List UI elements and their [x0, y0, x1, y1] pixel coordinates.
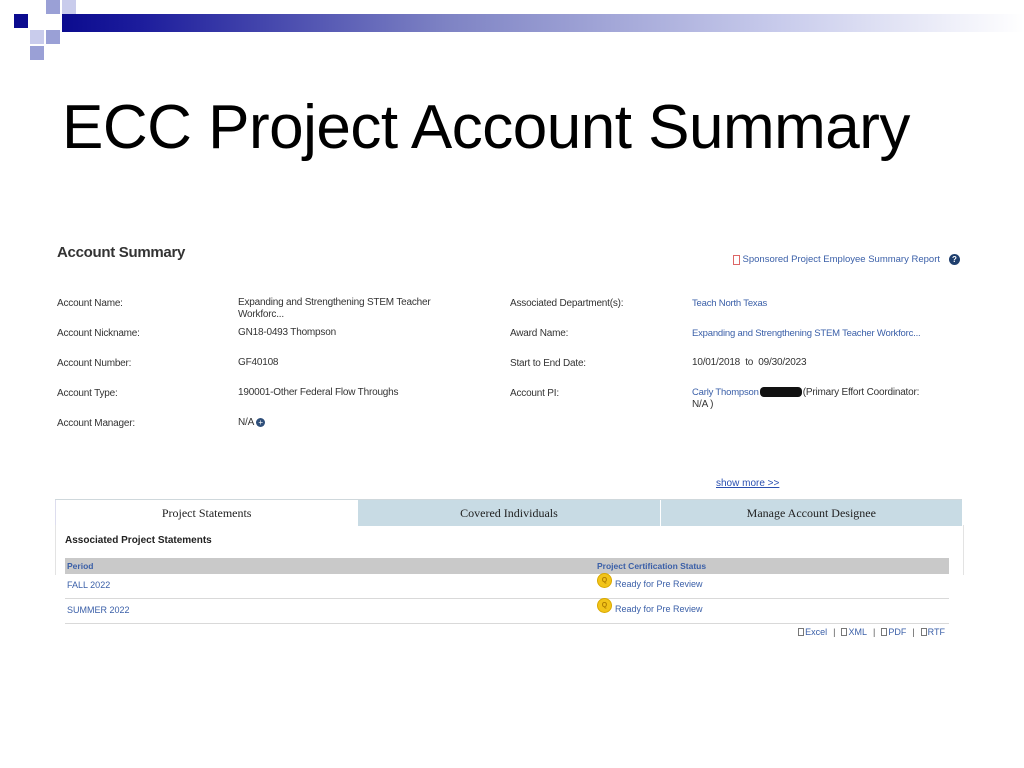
xml-icon [841, 628, 848, 636]
column-certification-status[interactable]: Project Certification Status [597, 561, 706, 571]
account-type-value: 190001-Other Federal Flow Throughs [238, 387, 399, 398]
report-link-label: Sponsored Project Employee Summary Repor… [742, 254, 940, 265]
account-manager-value: N/A + [238, 417, 266, 429]
associated-department-label: Associated Department(s): [510, 298, 624, 309]
account-number-value: GF40108 [238, 357, 279, 368]
table-header: Period Project Certification Status [65, 558, 949, 574]
tab-covered-individuals[interactable]: Covered Individuals [357, 500, 660, 526]
show-more-link[interactable]: show more >> [716, 478, 779, 489]
account-name-value: Expanding and Strengthening STEM Teacher… [238, 297, 431, 320]
account-summary-panel: Account Summary Sponsored Project Employ… [55, 240, 970, 650]
employee-summary-report-link[interactable]: Sponsored Project Employee Summary Repor… [732, 254, 960, 265]
account-pi-value: Carly Thompson (Primary Effort Coordinato… [692, 387, 919, 411]
account-nickname-label: Account Nickname: [57, 328, 140, 339]
account-name-label: Account Name: [57, 298, 123, 309]
period-link[interactable]: SUMMER 2022 [67, 605, 130, 615]
account-pi-link[interactable]: Carly Thompson [692, 387, 759, 398]
export-pdf-button[interactable]: PDF [881, 627, 906, 637]
pdf-icon [881, 628, 888, 636]
pending-status-icon: Q [597, 573, 612, 588]
export-rtf-button[interactable]: RTF [920, 627, 945, 637]
redacted-block [759, 387, 802, 398]
status-link[interactable]: Ready for Pre Review [615, 579, 703, 589]
rtf-icon [920, 628, 927, 636]
award-name-link[interactable]: Expanding and Strengthening STEM Teacher… [692, 328, 921, 340]
tab-bar: Project Statements Covered Individuals M… [55, 499, 962, 526]
table-row: FALL 2022 Q Ready for Pre Review [65, 573, 949, 599]
account-pi-role: (Primary Effort Coordinator: [802, 387, 920, 398]
status-link[interactable]: Ready for Pre Review [615, 604, 703, 614]
export-excel-button[interactable]: Excel [798, 627, 827, 637]
section-title: Associated Project Statements [65, 535, 212, 546]
help-icon[interactable]: ? [949, 254, 960, 265]
period-link[interactable]: FALL 2022 [67, 580, 110, 590]
export-bar: Excel | XML | PDF | RTF [798, 627, 945, 637]
start-end-date-value: 10/01/2018 to 09/30/2023 [692, 357, 807, 368]
account-pi-label: Account PI: [510, 388, 559, 399]
slide-decoration [0, 0, 1024, 62]
panel-title: Account Summary [57, 244, 186, 261]
start-end-date-label: Start to End Date: [510, 358, 586, 369]
account-number-label: Account Number: [57, 358, 132, 369]
account-type-label: Account Type: [57, 388, 118, 399]
column-period[interactable]: Period [67, 561, 93, 571]
table-row: SUMMER 2022 Q Ready for Pre Review [65, 598, 949, 624]
account-pi-role-line2: N/A ) [692, 399, 714, 410]
pending-status-icon: Q [597, 598, 612, 613]
account-nickname-value: GN18-0493 Thompson [238, 327, 336, 338]
associated-department-link[interactable]: Teach North Texas [692, 298, 767, 310]
excel-icon [798, 628, 805, 636]
pdf-icon [732, 254, 740, 265]
add-manager-icon[interactable]: + [256, 417, 266, 427]
tab-project-statements[interactable]: Project Statements [55, 500, 358, 526]
export-xml-button[interactable]: XML [841, 627, 867, 637]
account-manager-label: Account Manager: [57, 418, 135, 429]
award-name-label: Award Name: [510, 328, 569, 339]
status-cell: Q Ready for Pre Review [597, 573, 703, 591]
tab-manage-account-designee[interactable]: Manage Account Designee [659, 500, 962, 526]
slide-title: ECC Project Account Summary [62, 93, 910, 162]
status-cell: Q Ready for Pre Review [597, 598, 703, 616]
